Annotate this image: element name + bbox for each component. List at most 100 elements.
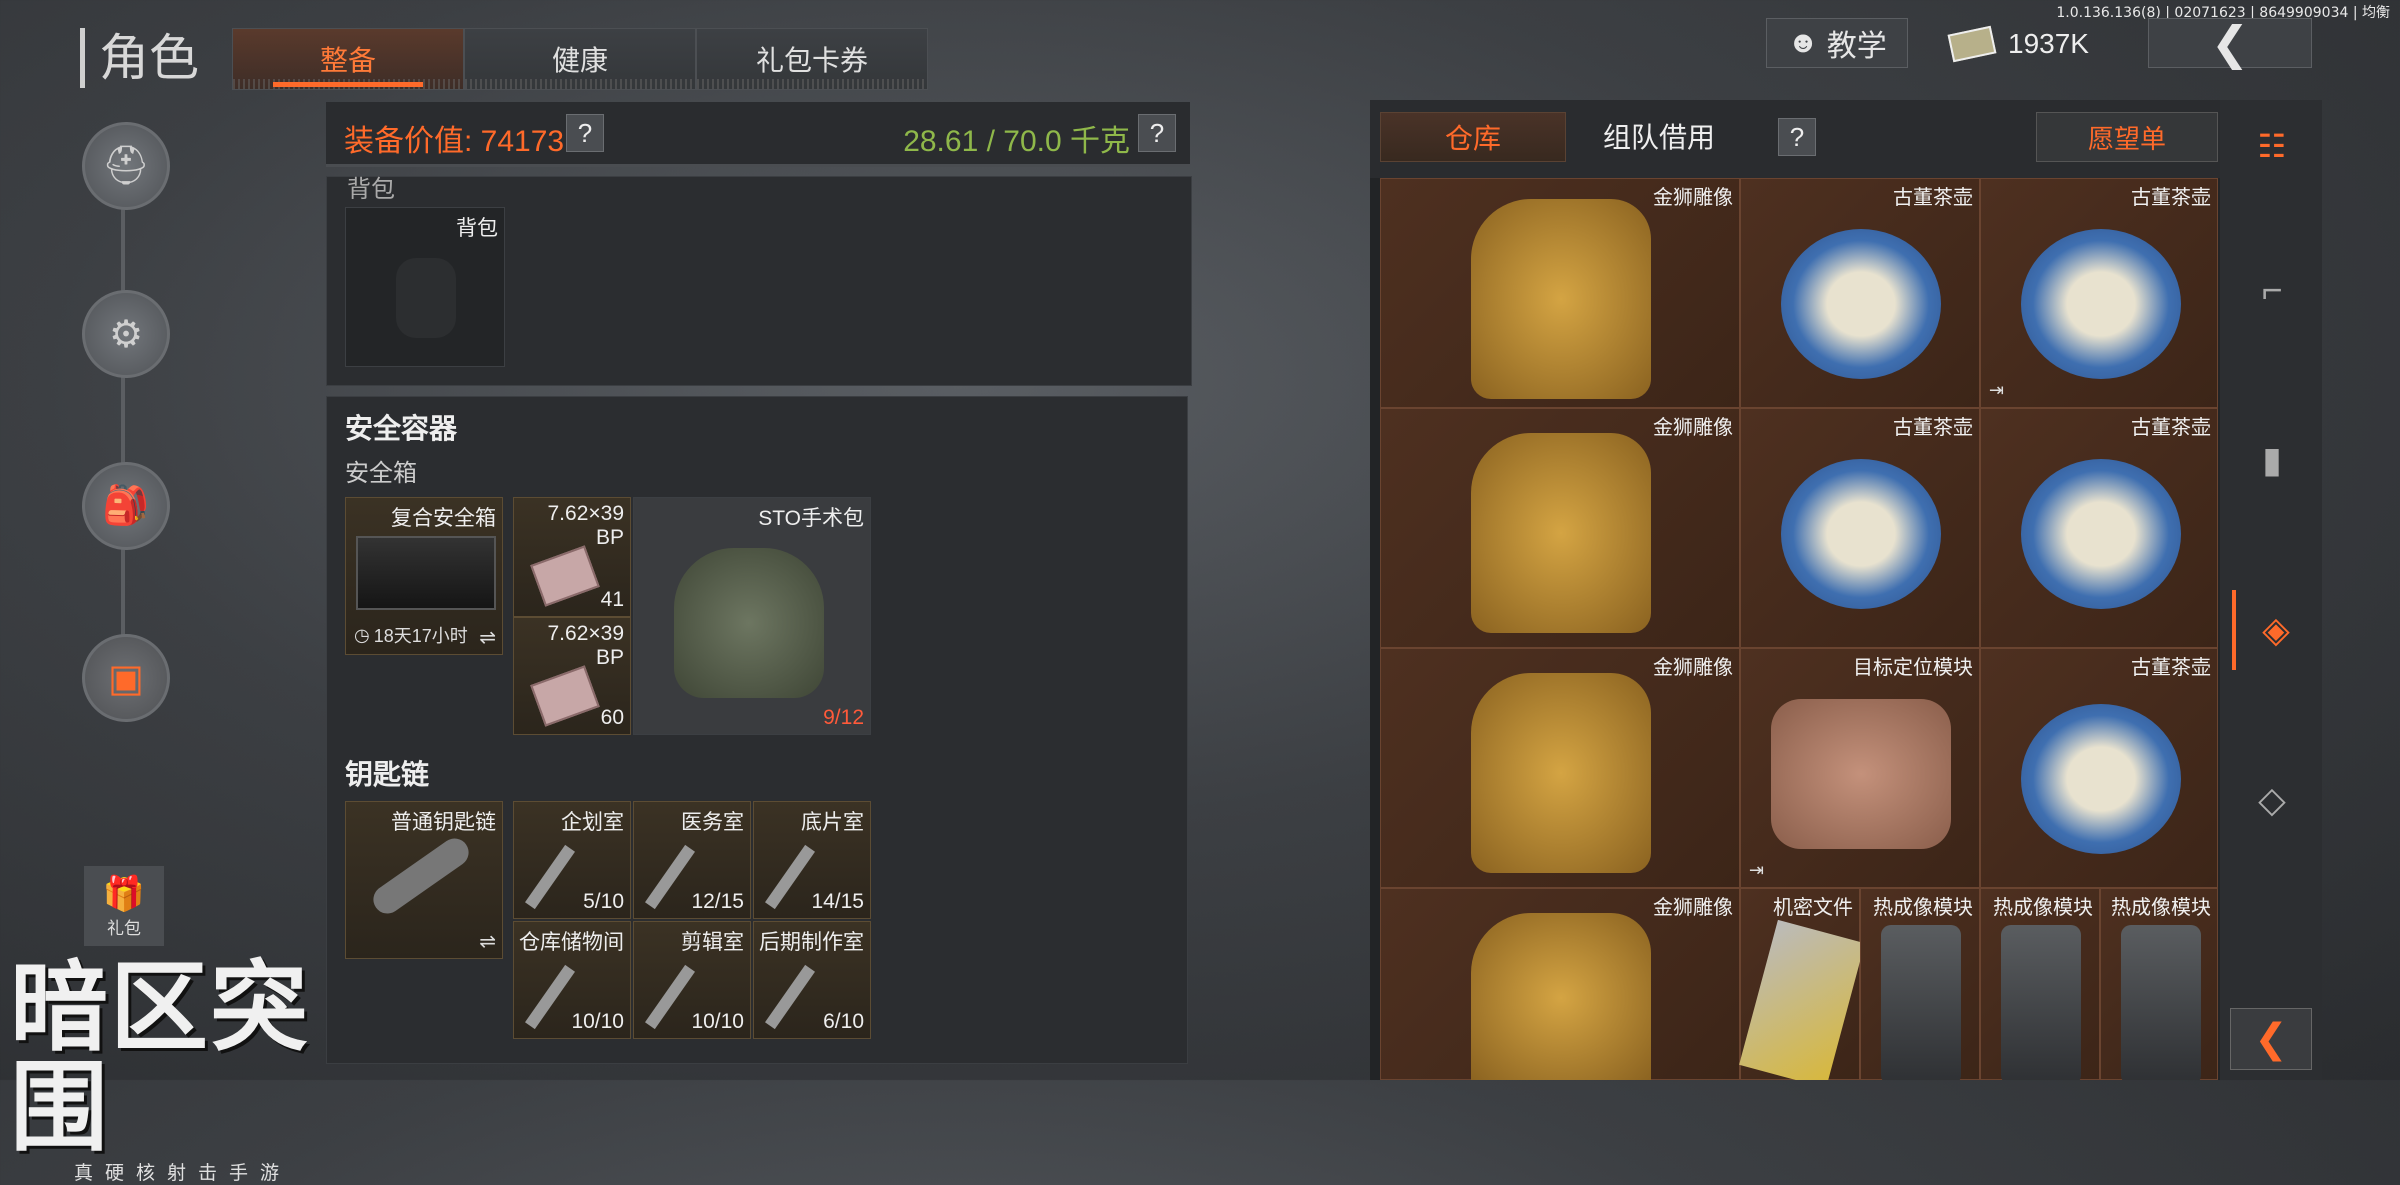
swap-icon[interactable]: ⇌ [479,929,496,954]
item-label: 古董茶壶 [1893,187,1973,209]
item-label: 金狮雕像 [1653,897,1733,919]
ammo-slot[interactable]: 7.62×39 BP 41 [513,497,631,617]
item-cell[interactable]: 热成像模块 [1980,888,2100,1080]
item-label: 金狮雕像 [1653,187,1733,209]
surgery-kit-slot[interactable]: STO手术包 9/12 [633,497,871,735]
vest-slot-icon[interactable]: ⚙ [82,290,170,378]
ammo-count: 60 [600,706,624,729]
item-cell[interactable]: 热成像模块 [2100,888,2218,1080]
key-slot[interactable]: 剪辑室 10/10 [633,921,751,1039]
warehouse-panel: 仓库 组队借用 ? 愿望单 金狮雕像 古董茶壶 古董茶壶 ⇥ 金狮雕像 古董茶壶 [1370,100,2322,1080]
collapse-button[interactable]: ❮ [2230,1008,2312,1070]
item-cell[interactable]: 金狮雕像 [1380,408,1740,648]
tutorial-button[interactable]: ☻ 教学 [1766,18,1908,68]
value-help-button[interactable]: ? [566,114,604,152]
key-icon [645,844,695,910]
chevron-left-icon: ❮ [2254,1017,2288,1061]
item-label: 热成像模块 [2111,897,2211,919]
surgery-bag-image [674,548,824,698]
safe-subtitle: 安全箱 [345,460,417,487]
teapot-image [2021,459,2181,609]
team-help-button[interactable]: ? [1778,118,1816,156]
keychain-slot[interactable]: 普通钥匙链 ⇌ [345,801,503,959]
key-label: 医务室 [681,811,744,834]
ammo-slot[interactable]: 7.62×39 BP 60 [513,617,631,735]
key-uses: 12/15 [691,890,744,913]
item-cell[interactable]: 金狮雕像 [1380,178,1740,408]
lion-statue-image [1471,433,1651,633]
safe-box-image [356,536,496,610]
teapot-image [2021,229,2181,379]
backpack-section-title: 背包 [347,176,395,203]
valuables-category-icon[interactable]: ◈ [2232,590,2316,670]
safe-box-label: 复合安全箱 [391,507,496,530]
safe-container-icon[interactable]: ▣ [82,634,170,722]
keychain-title: 钥匙链 [345,759,430,790]
tab-label: 整备 [319,45,376,76]
keychain-label: 普通钥匙链 [391,811,496,834]
helmet-slot-icon[interactable]: ⛑ [82,122,170,210]
chevron-left-icon: ❮ [2210,17,2250,69]
item-cell[interactable]: 古董茶壶 [1980,408,2218,648]
surgery-kit-label: STO手术包 [758,507,864,530]
tab-label: 健康 [551,45,608,76]
container-category-icon[interactable]: ◇ [2232,760,2312,840]
item-cell[interactable]: 古董茶壶 [1740,408,1980,648]
key-slot[interactable]: 后期制作室 6/10 [753,921,871,1039]
magazine-category-icon[interactable]: ▮ [2232,420,2312,500]
safe-box-slot[interactable]: 复合安全箱 ◷ 18天17小时 ⇌ [345,497,503,655]
weapon-category-icon[interactable]: ⌐ [2232,250,2312,330]
item-cell[interactable]: 古董茶壶 [1980,648,2218,888]
safe-panel: 安全容器 安全箱 复合安全箱 ◷ 18天17小时 ⇌ 7.62×39 BP 41 … [326,396,1188,1064]
key-slot[interactable]: 仓库储物间 10/10 [513,921,631,1039]
top-tabs: 整备 健康 礼包卡券 [232,28,928,90]
warehouse-grid: 金狮雕像 古董茶壶 古董茶壶 ⇥ 金狮雕像 古董茶壶 古董茶壶 金狮雕像 目标定… [1380,178,2218,1080]
tab-health[interactable]: 健康 [464,28,696,90]
lion-statue-image [1471,913,1651,1080]
key-label: 剪辑室 [681,931,744,954]
keychain-image [367,832,475,920]
tab-maintenance[interactable]: 整备 [232,28,464,90]
item-cell[interactable]: 目标定位模块 ⇥ [1740,648,1980,888]
item-label: 古董茶壶 [2131,417,2211,439]
weight-display: 28.61 / 70.0 千克 [903,125,1130,158]
key-uses: 14/15 [811,890,864,913]
page-title: 角色 [80,28,199,88]
key-slot[interactable]: 企划室 5/10 [513,801,631,919]
gift-button[interactable]: 🎁 礼包 [84,866,164,946]
key-slot[interactable]: 医务室 12/15 [633,801,751,919]
share-icon: ⇥ [1989,380,2005,400]
help-glyph: ? [1789,121,1805,152]
lion-statue-image [1471,673,1651,873]
item-cell[interactable]: 机密文件 [1739,888,1865,1080]
item-cell[interactable]: 金狮雕像 [1380,648,1740,888]
back-button[interactable]: ❮ [2148,17,2312,69]
wishlist-button[interactable]: 愿望单 [2036,112,2218,162]
instructor-icon: ☻ [1787,26,1819,59]
tab-team-borrow[interactable]: 组队借用 [1574,112,1744,160]
backpack-slot[interactable]: 背包 [345,207,505,367]
equipment-header: 装备价值: 74173 ? 28.61 / 70.0 千克 ? [326,102,1190,167]
item-cell[interactable]: 古董茶壶 [1740,178,1980,408]
weight-help-button[interactable]: ? [1138,114,1176,152]
teapot-image [2021,704,2181,854]
ammo-label: 7.62×39 BP [547,502,625,549]
timer-text: 18天17小时 [373,626,468,646]
sort-icon[interactable]: ☷ [2232,106,2312,186]
tab-gift-coupons[interactable]: 礼包卡券 [696,28,928,90]
item-label: 热成像模块 [1993,897,2093,919]
key-uses: 5/10 [583,890,624,913]
item-cell[interactable]: 金狮雕像 [1380,888,1740,1080]
key-slot[interactable]: 底片室 14/15 [753,801,871,919]
item-label: 金狮雕像 [1653,417,1733,439]
currency-display: 1937K [1947,20,2089,68]
thermal-module-image [1881,925,1961,1080]
key-label: 后期制作室 [759,931,864,954]
tab-storage[interactable]: 仓库 [1380,112,1566,162]
key-label: 仓库储物间 [519,931,624,954]
gift-icon: 🎁 [102,874,146,913]
swap-icon[interactable]: ⇌ [479,625,496,650]
item-cell[interactable]: 热成像模块 [1860,888,1980,1080]
backpack-slot-icon[interactable]: 🎒 [82,462,170,550]
item-cell[interactable]: 古董茶壶 ⇥ [1980,178,2218,408]
